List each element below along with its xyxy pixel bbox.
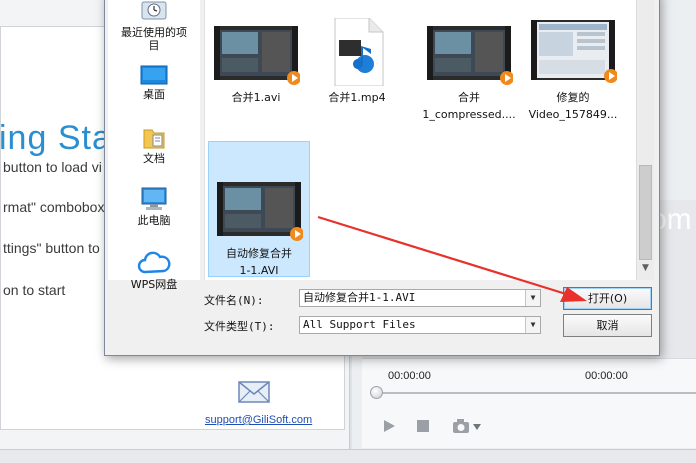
nav-label-this-pc: 此电脑 <box>137 214 171 227</box>
filetype-select[interactable]: All Support Files ▼ <box>299 316 541 334</box>
seek-bar[interactable] <box>378 392 696 394</box>
nav-item-documents[interactable]: 文档 <box>108 126 200 165</box>
chevron-down-icon[interactable]: ▼ <box>525 290 540 306</box>
desktop-icon <box>140 65 168 85</box>
stop-icon[interactable] <box>417 420 429 432</box>
filetype-value: All Support Files <box>303 318 416 331</box>
nav-item-desktop[interactable]: 桌面 <box>108 64 200 101</box>
seek-handle[interactable] <box>370 386 383 399</box>
nav-label-recent: 最近使用的项目 <box>121 26 187 52</box>
file-item-merge1-mp4[interactable]: 合并1.mp4 <box>306 17 408 118</box>
filename-value: 自动修复合并1-1.AVI <box>303 291 416 304</box>
step-load-video: button to load vi <box>3 159 102 175</box>
nav-item-this-pc[interactable]: 此电脑 <box>108 186 200 227</box>
current-time: 00:00:00 <box>388 370 431 382</box>
filename-input[interactable]: 自动修复合并1-1.AVI ▼ <box>299 289 541 307</box>
filename-label: 文件名(N): <box>204 294 264 307</box>
video-screen-file-icon <box>531 20 618 83</box>
documents-icon <box>143 129 165 149</box>
open-button[interactable]: 打开(O) <box>563 287 652 310</box>
video-file-icon <box>427 26 514 85</box>
file-name-line1: 修复的 <box>556 91 590 104</box>
cancel-button[interactable]: 取消 <box>563 314 652 337</box>
file-item-auto-repaired-selected[interactable]: 自动修复合并 1-1.AVI <box>208 141 310 277</box>
chevron-down-icon[interactable]: ▼ <box>525 317 540 333</box>
video-file-icon <box>217 182 304 241</box>
file-name: 合并1.mp4 <box>328 91 386 104</box>
nav-item-recent[interactable]: 最近使用的项目 <box>108 0 200 52</box>
step-start: on to start <box>3 282 66 298</box>
this-pc-icon <box>141 187 167 210</box>
video-file-icon <box>214 26 301 85</box>
mail-icon[interactable] <box>238 380 270 404</box>
nav-label-wps-cloud: WPS网盘 <box>130 278 178 291</box>
file-name-line1: 自动修复合并 <box>226 247 292 260</box>
scrollbar-thumb[interactable] <box>639 165 652 260</box>
file-name-line2: Video_157849... <box>528 108 618 121</box>
nav-label-desktop: 桌面 <box>143 88 165 101</box>
status-bar <box>0 449 696 463</box>
nav-label-documents: 文档 <box>143 152 165 165</box>
nav-item-wps-cloud[interactable]: WPS网盘 <box>108 250 200 291</box>
mp4-file-icon <box>334 17 384 87</box>
file-name: 合并1.avi <box>231 91 281 104</box>
file-name-line2: 1_compressed.... <box>422 108 516 121</box>
recent-icon <box>141 1 167 20</box>
camera-icon[interactable] <box>452 418 484 434</box>
file-item-merge1-avi[interactable]: 合并1.avi <box>205 18 307 118</box>
end-time: 00:00:00 <box>585 370 628 382</box>
file-name-line2: 1-1.AVI <box>239 264 279 277</box>
file-item-merge1-compressed[interactable]: 合并 1_compressed.... <box>418 18 520 126</box>
cloud-icon <box>137 251 171 274</box>
file-item-repaired-video[interactable]: 修复的 Video_157849... <box>522 18 624 126</box>
getting-started-title: ing Sta <box>0 119 112 157</box>
step-format-combobox: rmat" combobox <box>3 199 105 215</box>
play-icon[interactable] <box>382 419 396 433</box>
step-settings-button: ttings" button to s <box>3 240 111 256</box>
scroll-down-arrow-icon[interactable]: ▼ <box>639 262 652 275</box>
filetype-label: 文件类型(T): <box>204 320 275 333</box>
file-name-line1: 合并 <box>458 91 480 104</box>
support-email-link[interactable]: support@GiliSoft.com <box>205 414 312 426</box>
